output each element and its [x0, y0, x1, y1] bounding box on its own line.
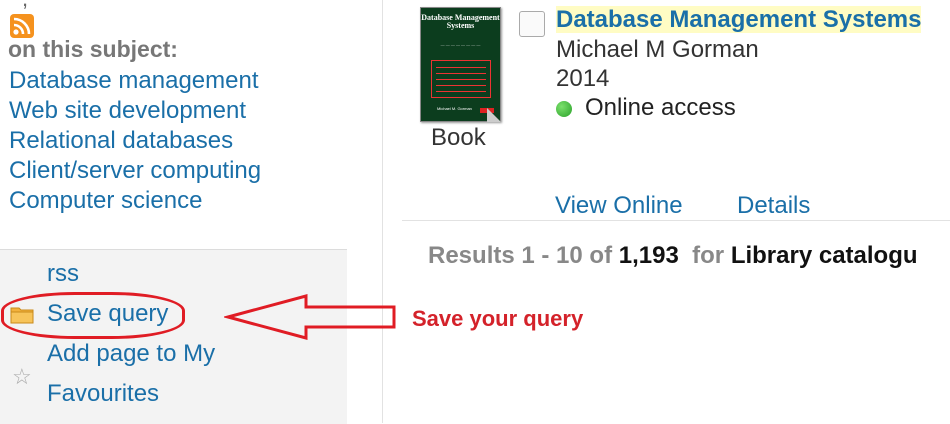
availability-status: Online access [585, 94, 736, 121]
view-online-link[interactable]: View Online [555, 192, 683, 220]
subject-link[interactable]: Client/server computing [9, 156, 261, 186]
book-cover-thumbnail[interactable]: Database Management Systems — — — — — — … [420, 7, 501, 122]
add-favourites-link[interactable]: Add page to My [47, 340, 215, 368]
highlight-ellipse [1, 292, 185, 339]
result-year: 2014 [556, 65, 610, 92]
star-icon[interactable]: ☆ [12, 366, 36, 390]
format-label: Book [431, 124, 486, 151]
cover-subtitle: — — — — — — — — [440, 42, 481, 47]
column-divider [382, 0, 383, 423]
results-for: for [692, 242, 725, 269]
online-status-icon [556, 101, 572, 117]
results-count: 1,193 [618, 242, 679, 269]
result-title-text[interactable]: Database Management Systems [556, 6, 922, 33]
page-curl [487, 108, 501, 122]
results-summary: Results 1 - 10 of 1,193 for Library cata… [428, 242, 918, 270]
add-favourites-link-cont[interactable]: Favourites [47, 380, 159, 408]
details-link[interactable]: Details [737, 192, 810, 220]
subjects-heading: on this subject: [8, 36, 178, 62]
rss-link[interactable]: rss [47, 260, 79, 288]
subject-link[interactable]: Computer science [9, 186, 261, 216]
divider [402, 220, 950, 221]
truncated-text: , [22, 0, 28, 12]
left-sidebar: , on this subject: Database management W… [0, 0, 347, 424]
cover-title: Database Management Systems [421, 13, 500, 30]
annotation-arrow [224, 294, 396, 340]
cover-author: Michael M. Gorman [437, 106, 472, 111]
result-author: Michael M Gorman [556, 36, 759, 63]
rss-icon[interactable] [10, 14, 34, 38]
subject-link[interactable]: Relational databases [9, 126, 261, 156]
select-result-checkbox[interactable] [519, 11, 545, 37]
subject-link[interactable]: Web site development [9, 96, 261, 126]
subject-link[interactable]: Database management [9, 66, 261, 96]
subject-list: Database management Web site development… [9, 66, 261, 216]
annotation-label: Save your query [412, 306, 584, 331]
results-range: Results 1 - 10 of [428, 242, 613, 269]
result-title-link[interactable]: Database Management Systems [556, 6, 922, 34]
cover-graphic [431, 60, 491, 98]
results-scope: Library catalogu [730, 242, 918, 269]
